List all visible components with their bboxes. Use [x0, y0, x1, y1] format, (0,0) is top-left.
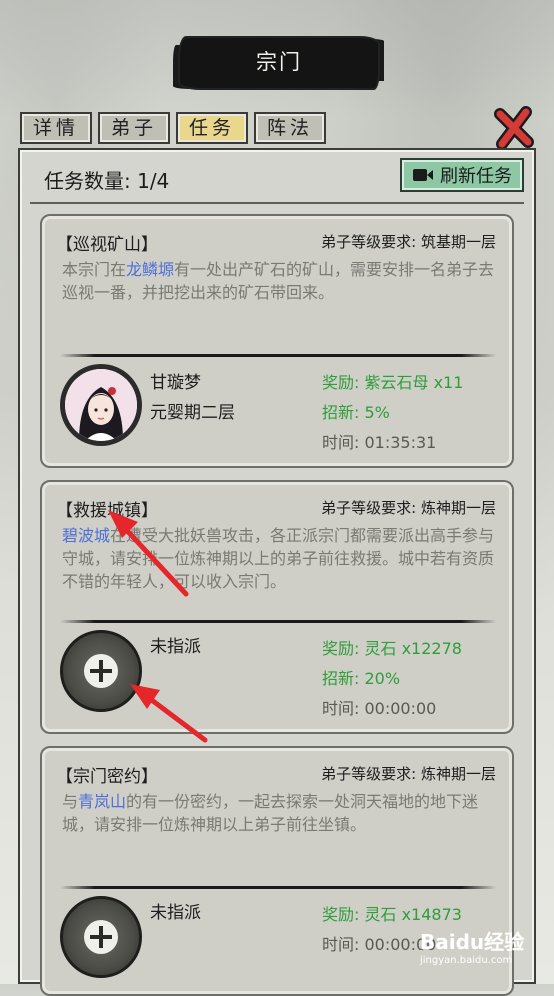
annotation-arrows [108, 510, 208, 743]
arrow-to-slot-icon [130, 684, 208, 743]
arrow-to-place-icon [108, 510, 189, 597]
watermark: Baidu经验 jingyan.baidu.com [420, 930, 525, 966]
